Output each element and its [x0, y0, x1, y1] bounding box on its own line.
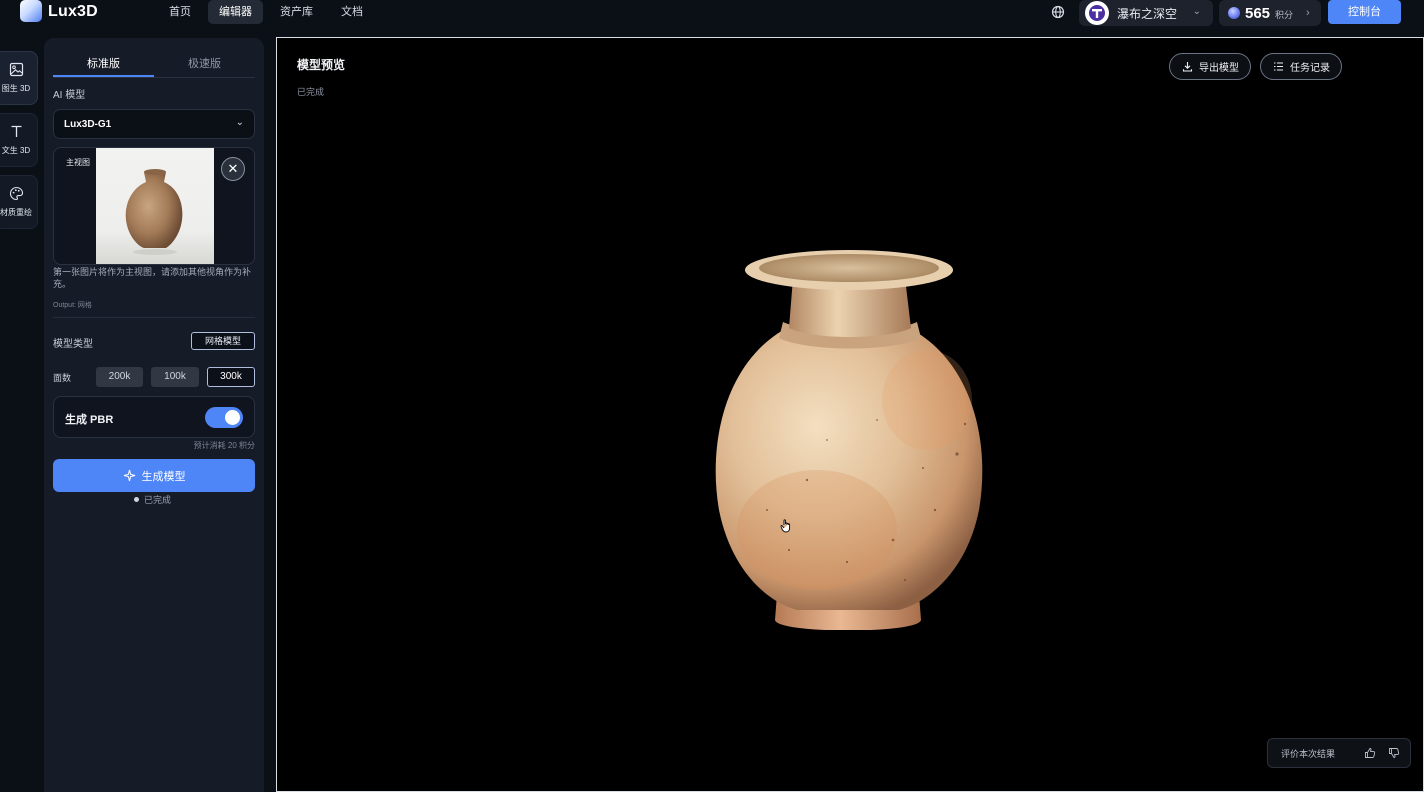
- nav-editor[interactable]: 编辑器: [208, 0, 263, 24]
- divider: [53, 317, 255, 318]
- close-icon: ✕: [227, 161, 239, 176]
- pbr-setting: 生成 PBR: [53, 396, 255, 438]
- thumbs-up-icon[interactable]: [1364, 747, 1376, 759]
- chevron-down-icon: ⌄: [235, 117, 244, 128]
- image-icon: [9, 62, 23, 77]
- user-name: 瀑布之深空: [1117, 6, 1178, 21]
- main-nav: 首页 编辑器 资产库 文档: [158, 0, 374, 26]
- image-upload-area[interactable]: 主视图 ✕: [53, 147, 255, 265]
- text-icon: [11, 125, 21, 137]
- rate-label: 评价本次结果: [1281, 748, 1336, 759]
- faces-option-100k[interactable]: 100k: [151, 367, 199, 387]
- output-note: Output: 网格: [53, 302, 92, 309]
- export-model-button[interactable]: 导出模型: [1169, 53, 1251, 80]
- faces-option-300k[interactable]: 300k: [207, 367, 255, 387]
- chevron-right-icon: ›: [1306, 7, 1310, 19]
- rating-buttons: [1364, 747, 1400, 759]
- rate-result-box: 评价本次结果: [1267, 738, 1411, 768]
- credits-gem-icon: [1228, 7, 1240, 19]
- status-dot: [134, 497, 139, 502]
- brand-logo: [20, 0, 42, 22]
- tool-rail: 图生 3D 文生 3D 材质重绘: [0, 38, 44, 792]
- thumbs-down-icon[interactable]: [1388, 747, 1400, 759]
- generate-label: 生成模型: [141, 470, 186, 483]
- nav-assets[interactable]: 资产库: [269, 0, 324, 24]
- ai-model-select[interactable]: Lux3D-G1 ⌄: [53, 109, 255, 139]
- credits-amount: 565: [1245, 4, 1271, 22]
- user-menu[interactable]: 瀑布之深空 ⌄: [1079, 0, 1213, 26]
- credits-balance[interactable]: 565 积分 ›: [1219, 0, 1321, 26]
- generation-status: 已完成: [134, 493, 171, 506]
- uploaded-image-thumbnail: [96, 148, 214, 264]
- palette-icon: [9, 186, 23, 201]
- task-history-button[interactable]: 任务记录: [1260, 53, 1342, 80]
- pbr-toggle[interactable]: [205, 407, 243, 428]
- chevron-down-icon: ⌄: [1192, 6, 1201, 17]
- top-navigation-bar: Lux3D 首页 编辑器 资产库 文档 瀑布之深空 ⌄ 565 积分 › 控制台: [0, 0, 1424, 26]
- export-label: 导出模型: [1199, 63, 1239, 74]
- ai-model-value: Lux3D-G1: [64, 118, 112, 130]
- status-text: 已完成: [144, 495, 172, 505]
- avatar-logo-icon: [1089, 5, 1105, 21]
- vase-3d-model[interactable]: [697, 210, 1007, 630]
- history-label: 任务记录: [1290, 63, 1330, 74]
- ai-model-label: AI 模型: [53, 90, 86, 101]
- remove-image-button[interactable]: ✕: [221, 157, 245, 181]
- avatar: [1085, 1, 1109, 25]
- toggle-knob: [225, 410, 240, 425]
- faces-label: 面数: [53, 373, 72, 383]
- download-icon: [1182, 62, 1193, 72]
- brand[interactable]: Lux3D: [20, 0, 98, 26]
- brand-name: Lux3D: [48, 3, 98, 20]
- nav-home[interactable]: 首页: [158, 0, 202, 24]
- globe-icon[interactable]: [1050, 4, 1066, 20]
- rail-item-image-to-3d[interactable]: 图生 3D: [0, 51, 38, 105]
- pbr-label: 生成 PBR: [65, 414, 114, 426]
- sparkle-icon: [123, 469, 135, 482]
- faces-option-200k[interactable]: 200k: [96, 367, 143, 387]
- rail-item-text-to-3d[interactable]: 文生 3D: [0, 113, 38, 167]
- rail-label: 文生 3D: [1, 146, 31, 155]
- hand-cursor-icon: [780, 519, 791, 533]
- rail-label: 材质重绘: [0, 208, 32, 217]
- model-viewer[interactable]: 模型预览 已完成 导出模型 任务记录 评价本次结果: [276, 37, 1424, 792]
- vase-image: [125, 169, 183, 255]
- viewer-status: 已完成: [297, 87, 325, 97]
- cost-estimate: 预计消耗 20 积分: [193, 441, 255, 450]
- rail-item-material-repaint[interactable]: 材质重绘: [0, 175, 38, 229]
- main-view-tag: 主视图: [64, 156, 92, 169]
- nav-docs[interactable]: 文档: [330, 0, 374, 24]
- viewer-title: 模型预览: [297, 58, 346, 72]
- tab-standard[interactable]: 标准版: [53, 53, 154, 77]
- generation-panel: 标准版 极速版 AI 模型 Lux3D-G1 ⌄ 主视图 ✕ 第一张图片将作为主…: [44, 38, 264, 792]
- version-tabs: 标准版 极速版: [53, 53, 255, 78]
- list-icon: [1274, 62, 1283, 71]
- upload-hint: 第一张图片将作为主视图，请添加其他视角作为补充。: [53, 267, 252, 289]
- model-type-label: 模型类型: [53, 339, 93, 350]
- console-button[interactable]: 控制台: [1328, 0, 1401, 24]
- tab-fast[interactable]: 极速版: [154, 53, 255, 77]
- generate-model-button[interactable]: 生成模型: [53, 459, 255, 492]
- model-type-mesh-button[interactable]: 网格模型: [191, 332, 255, 350]
- rail-label: 图生 3D: [1, 84, 31, 93]
- credits-unit: 积分: [1275, 10, 1294, 20]
